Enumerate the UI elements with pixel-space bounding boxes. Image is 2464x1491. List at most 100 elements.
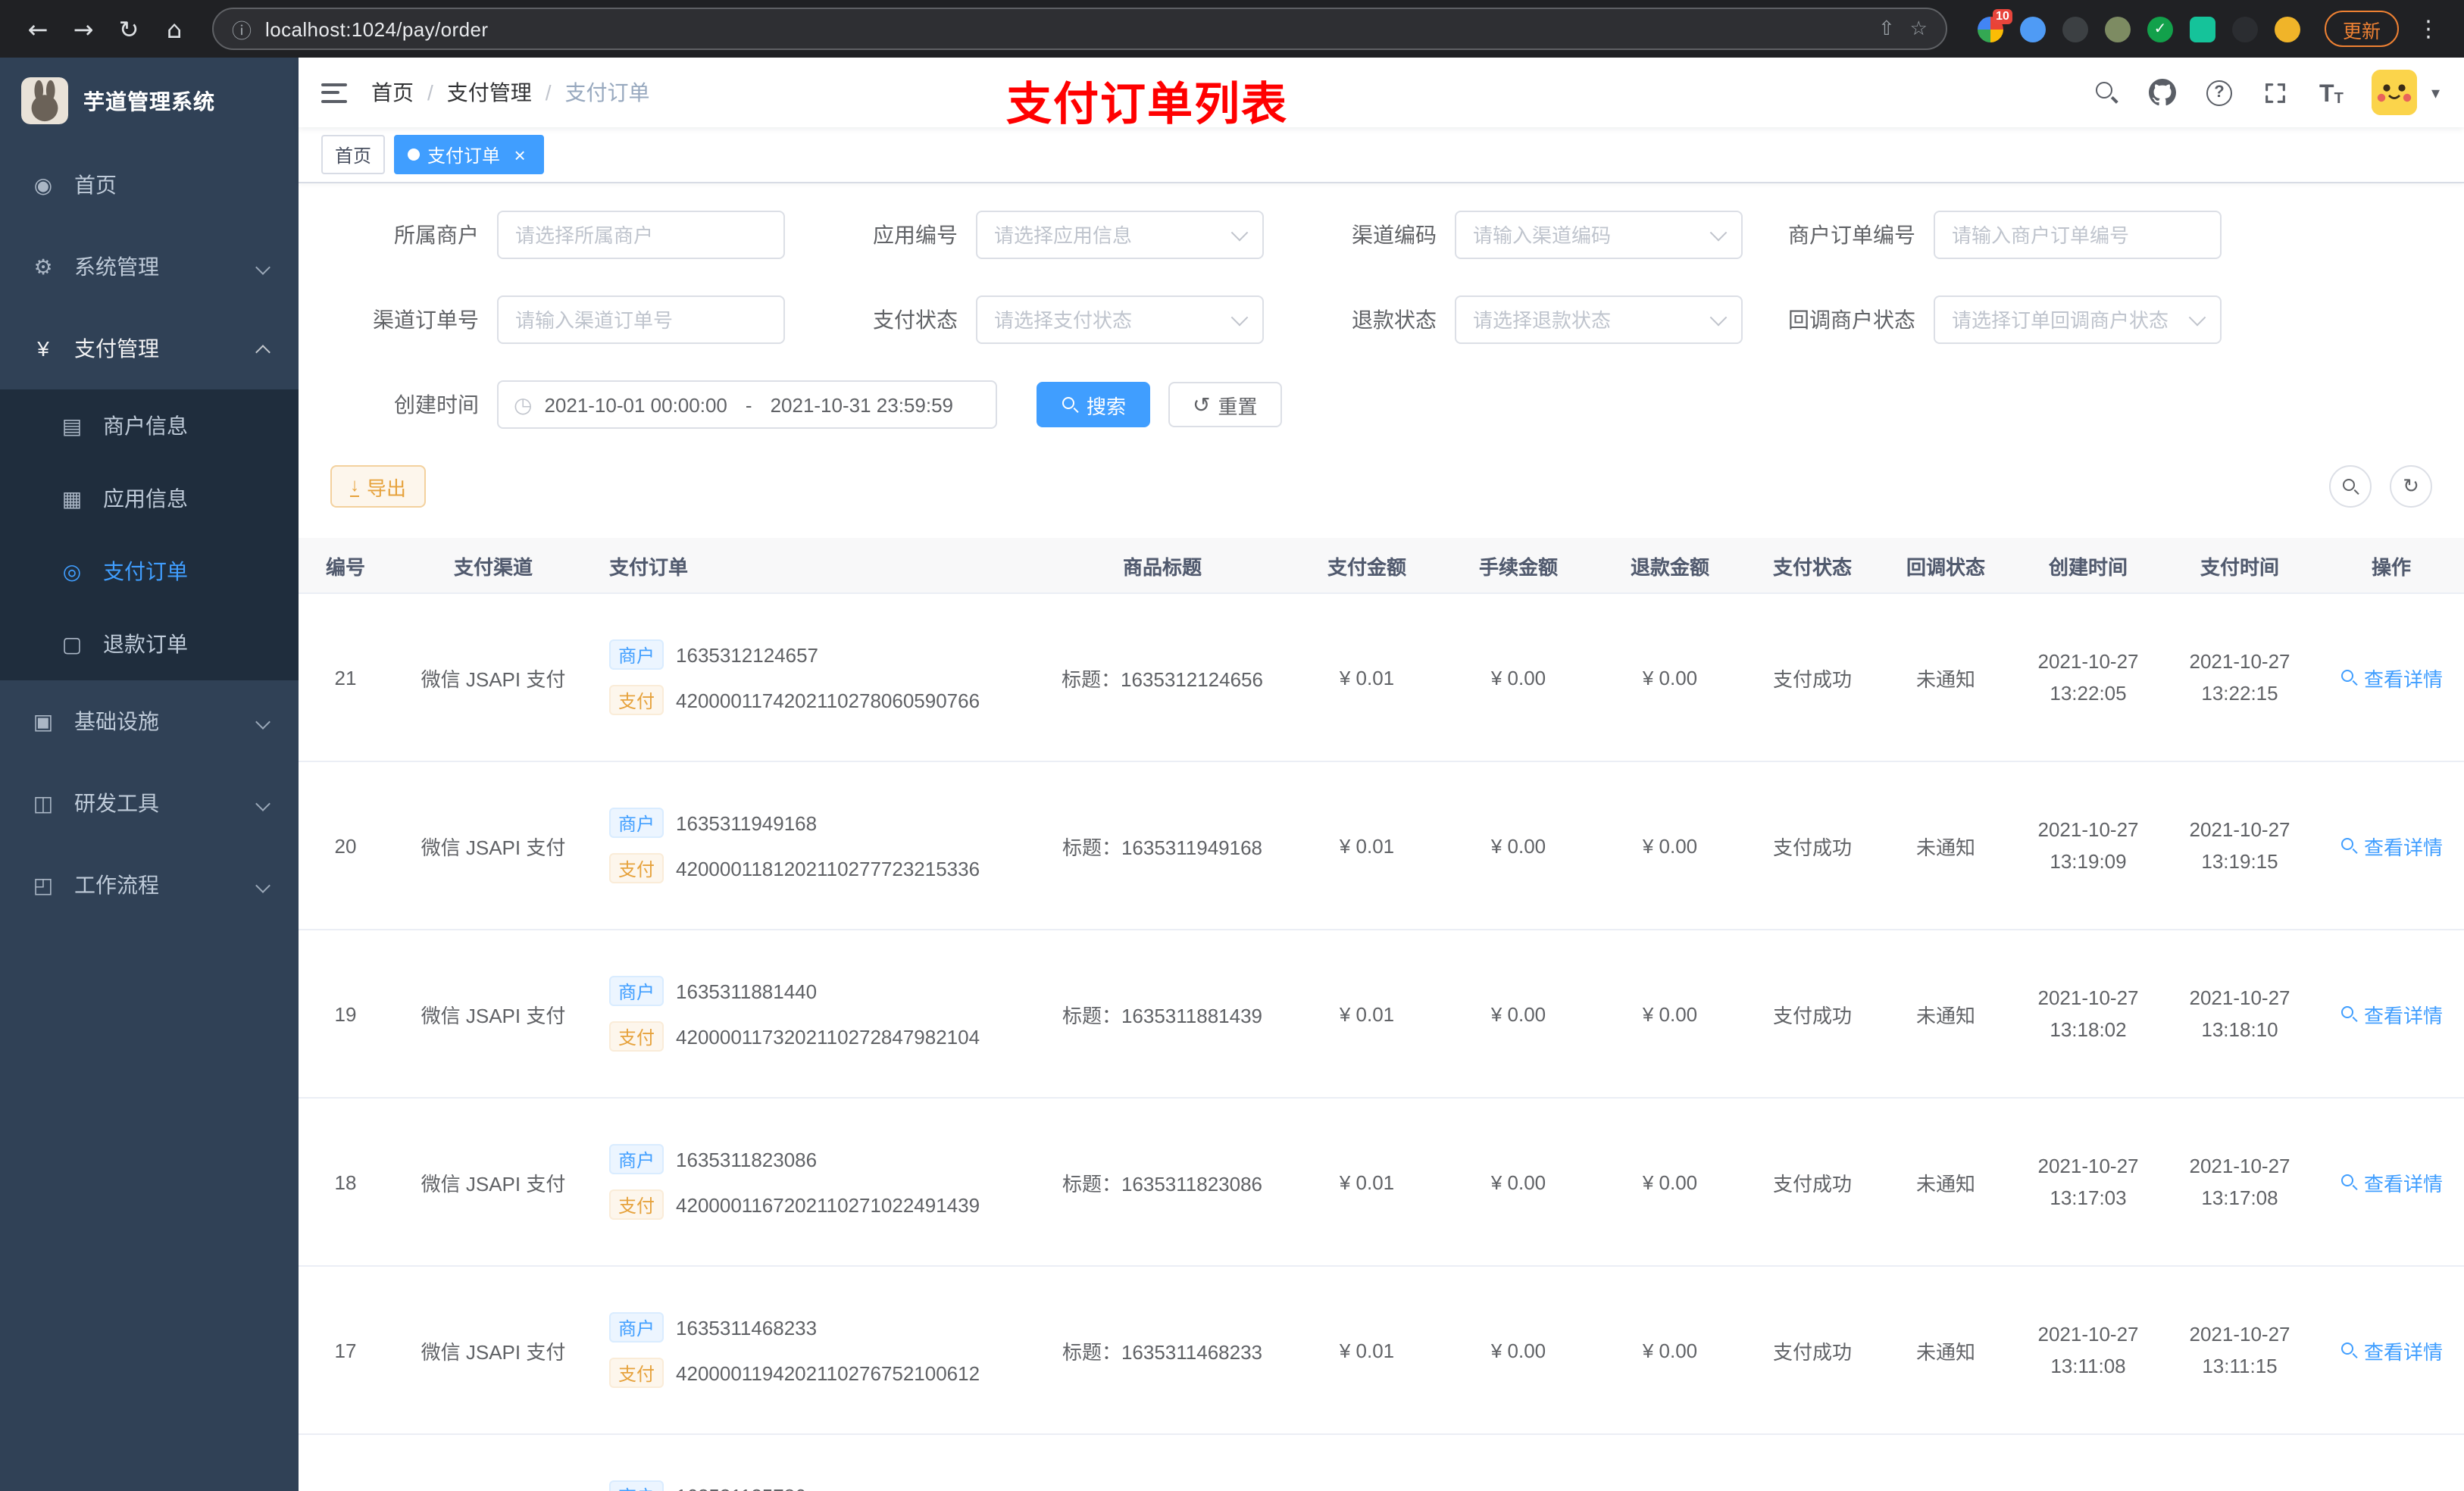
cell-refund: ¥ 0.00 bbox=[1642, 1002, 1698, 1025]
cell-channel: 微信 JSAPI 支付 bbox=[421, 1340, 566, 1363]
view-detail-link[interactable]: 查看详情 bbox=[2340, 831, 2443, 860]
extension-icon-green-square[interactable] bbox=[2189, 16, 2215, 42]
extension-icon-blue-drop[interactable] bbox=[2019, 16, 2046, 42]
forward-icon[interactable]: → bbox=[64, 9, 103, 48]
refund-status-input[interactable] bbox=[1473, 308, 1703, 331]
share-icon[interactable]: ⇧ bbox=[1878, 17, 1895, 41]
extension-icon-dark-circle[interactable] bbox=[2062, 16, 2088, 42]
cell-notify: 未通知 bbox=[1915, 1004, 1975, 1027]
cell-amount: ¥ 0.01 bbox=[1339, 834, 1395, 857]
merchant-tag: 商户 bbox=[609, 808, 664, 838]
sidebar-item-merchant-info[interactable]: ▤ 商户信息 bbox=[0, 389, 299, 462]
close-icon[interactable]: × bbox=[509, 144, 530, 165]
cell-id: 17 bbox=[334, 1339, 357, 1361]
sidebar-item-label: 基础设施 bbox=[74, 709, 159, 733]
search-icon[interactable] bbox=[2092, 77, 2122, 108]
notify-status-select[interactable] bbox=[1934, 295, 2222, 344]
browser-menu-icon[interactable]: ⋮ bbox=[2411, 15, 2446, 42]
extension-icon-colorful[interactable]: 10 bbox=[1977, 8, 2012, 42]
search-button-label: 搜索 bbox=[1087, 395, 1127, 417]
tab-home[interactable]: 首页 bbox=[321, 135, 386, 174]
merchant-tag: 商户 bbox=[609, 639, 664, 670]
url-bar[interactable]: ⓘ localhost:1024/pay/order ⇧ ☆ bbox=[212, 8, 1947, 50]
notify-status-input[interactable] bbox=[1952, 308, 2182, 331]
channel-order-no-input[interactable] bbox=[515, 308, 767, 331]
extension-icon-pin[interactable] bbox=[2231, 16, 2258, 42]
merchant-select-input[interactable] bbox=[515, 223, 767, 246]
user-avatar[interactable] bbox=[2372, 70, 2418, 115]
pay-status-input[interactable] bbox=[994, 308, 1224, 331]
cell-title: 标题：1635312124656 bbox=[1062, 667, 1263, 690]
sidebar-item-devtools[interactable]: ◫ 研发工具 bbox=[0, 762, 299, 844]
cell-title: 标题：1635311468233 bbox=[1062, 1340, 1263, 1363]
download-icon: ↓ bbox=[350, 475, 359, 498]
sidebar-item-label: 工作流程 bbox=[74, 873, 159, 897]
sidebar-item-app-info[interactable]: ▦ 应用信息 bbox=[0, 462, 299, 535]
refund-status-select[interactable] bbox=[1455, 295, 1743, 344]
browser-update-button[interactable]: 更新 bbox=[2324, 11, 2399, 47]
github-icon[interactable] bbox=[2148, 77, 2178, 108]
app-logo[interactable]: 芋道管理系统 bbox=[0, 58, 299, 144]
avatar-dropdown-icon[interactable]: ▾ bbox=[2431, 83, 2440, 102]
gear-icon: ⚙ bbox=[33, 254, 53, 278]
extension-icon-olive-circle[interactable] bbox=[2104, 16, 2131, 42]
sidebar-item-refund-order[interactable]: ▢ 退款订单 bbox=[0, 608, 299, 680]
view-detail-link[interactable]: 查看详情 bbox=[2340, 1167, 2443, 1196]
target-icon: ◎ bbox=[62, 558, 82, 583]
pay-tag: 支付 bbox=[609, 685, 664, 715]
browser-home-icon[interactable]: ⌂ bbox=[155, 9, 194, 48]
sidebar-item-payment[interactable]: ¥ 支付管理 bbox=[0, 308, 299, 389]
help-icon[interactable]: ? bbox=[2204, 77, 2234, 108]
channel-order-no-field[interactable] bbox=[497, 295, 785, 344]
channel-code-select[interactable] bbox=[1455, 211, 1743, 259]
sidebar-item-infrastructure[interactable]: ▣ 基础设施 bbox=[0, 680, 299, 762]
reload-icon[interactable]: ↻ bbox=[109, 9, 149, 48]
pay-tag: 支付 bbox=[609, 853, 664, 883]
extensions-area: 10 ✓ bbox=[1977, 8, 2300, 42]
clock-icon: ◷ bbox=[514, 392, 533, 416]
date-range-picker[interactable]: ◷ 2021-10-01 00:00:00 - 2021-10-31 23:59… bbox=[497, 380, 997, 429]
extension-icon-green-check[interactable]: ✓ bbox=[2147, 16, 2173, 42]
tab-pay-order[interactable]: 支付订单 × bbox=[394, 135, 545, 174]
reset-button[interactable]: ↺ 重置 bbox=[1168, 382, 1282, 427]
cell-pay-order: 商户 1635311823086 支付 4200001167202110271022… bbox=[594, 1098, 1033, 1266]
bookmark-star-icon[interactable]: ☆ bbox=[1910, 17, 1928, 41]
sidebar-item-pay-order[interactable]: ◎ 支付订单 bbox=[0, 535, 299, 608]
breadcrumb-section[interactable]: 支付管理 bbox=[447, 77, 532, 108]
sidebar-item-label: 研发工具 bbox=[74, 791, 159, 815]
cell-status: 支付成功 bbox=[1772, 1172, 1852, 1195]
view-detail-link[interactable]: 查看详情 bbox=[2340, 663, 2443, 692]
search-button[interactable]: 搜索 bbox=[1037, 382, 1151, 427]
view-detail-link[interactable]: 查看详情 bbox=[2340, 999, 2443, 1028]
sidebar-item-home[interactable]: ◉ 首页 bbox=[0, 144, 299, 226]
app-select[interactable] bbox=[976, 211, 1264, 259]
toggle-search-button[interactable] bbox=[2329, 465, 2372, 508]
sidebar-item-system[interactable]: ⚙ 系统管理 bbox=[0, 226, 299, 308]
font-size-icon[interactable]: TT bbox=[2316, 77, 2347, 108]
cell-create-time: 2021-10-27 13:22:05 bbox=[2037, 650, 2139, 705]
breadcrumb-home[interactable]: 首页 bbox=[371, 77, 414, 108]
cell-fee: ¥ 0.00 bbox=[1490, 1171, 1546, 1193]
pay-status-select[interactable] bbox=[976, 295, 1264, 344]
app-select-input[interactable] bbox=[994, 223, 1224, 246]
chevron-down-icon bbox=[1230, 223, 1249, 242]
pay-order-no: 4200001194202110276752100612 bbox=[676, 1361, 980, 1384]
refresh-button[interactable]: ↻ bbox=[2390, 465, 2432, 508]
fullscreen-icon[interactable] bbox=[2260, 77, 2290, 108]
back-icon[interactable]: ← bbox=[18, 9, 58, 48]
view-detail-link[interactable]: 查看详情 bbox=[2340, 1336, 2443, 1364]
cell-status: 支付成功 bbox=[1772, 1340, 1852, 1363]
merchant-order-no-input[interactable] bbox=[1952, 223, 2203, 246]
merchant-select[interactable] bbox=[497, 211, 785, 259]
merchant-order-no-field[interactable] bbox=[1934, 211, 2222, 259]
sidebar-toggle-icon[interactable] bbox=[321, 83, 347, 102]
screen: ← → ↻ ⌂ ⓘ localhost:1024/pay/order ⇧ ☆ 1… bbox=[0, 0, 2464, 1491]
export-button[interactable]: ↓ 导出 bbox=[330, 465, 427, 508]
sidebar-item-workflow[interactable]: ◰ 工作流程 bbox=[0, 844, 299, 926]
site-info-icon[interactable]: ⓘ bbox=[232, 14, 252, 43]
cell-actions: 查看详情 bbox=[2315, 663, 2464, 692]
cell-pay-order: 商户 1635311949168 支付 4200001181202110277723… bbox=[594, 761, 1033, 930]
extension-icon-yellow-face[interactable] bbox=[2274, 16, 2300, 42]
channel-code-input[interactable] bbox=[1473, 223, 1703, 246]
cell-pay-time: 2021-10-27 13:22:15 bbox=[2189, 650, 2290, 705]
